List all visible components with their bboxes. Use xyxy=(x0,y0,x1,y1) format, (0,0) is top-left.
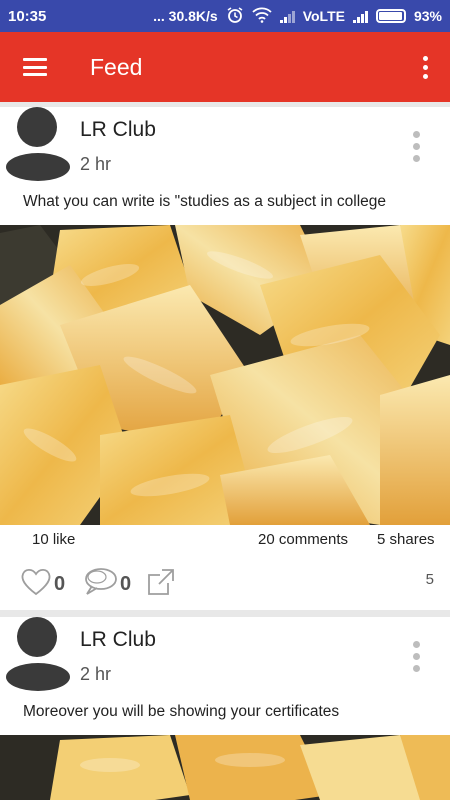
post-stats: 10 like 20 comments 5 shares xyxy=(0,531,450,561)
battery-icon xyxy=(375,9,406,23)
heart-icon xyxy=(20,567,52,602)
post-menu-icon[interactable] xyxy=(413,131,420,162)
post-image[interactable] xyxy=(0,225,450,525)
like-button-count: 0 xyxy=(54,573,66,595)
share-button[interactable] xyxy=(146,567,176,602)
more-vert-icon[interactable] xyxy=(400,32,450,102)
view-count: 5 xyxy=(425,571,434,588)
hamburger-menu-icon[interactable] xyxy=(0,32,70,102)
comment-button-count: 0 xyxy=(120,573,132,595)
battery-level: 93% xyxy=(413,8,442,24)
status-bar: 10:35 ... 30.8K/s VoLTE 93% xyxy=(0,0,450,32)
status-time: 10:35 xyxy=(8,7,47,25)
post-card: LR Club 2 hr Moreover you will be showin… xyxy=(0,617,450,800)
post-image[interactable] xyxy=(0,735,450,800)
comment-icon xyxy=(82,567,118,602)
share-icon xyxy=(146,567,176,602)
like-count-text[interactable]: 10 like xyxy=(32,531,75,548)
post-author[interactable]: LR Club xyxy=(80,118,156,142)
volte-label: VoLTE xyxy=(302,8,345,24)
wifi-icon xyxy=(252,7,272,26)
comment-button[interactable]: 0 xyxy=(82,567,131,602)
alarm-icon xyxy=(226,6,244,27)
post-actions: 0 0 5 xyxy=(0,565,450,605)
avatar[interactable] xyxy=(6,107,72,187)
post-card: LR Club 2 hr What you can write is "stud… xyxy=(0,107,450,610)
post-author[interactable]: LR Club xyxy=(80,628,156,652)
avatar[interactable] xyxy=(6,617,72,697)
comment-count-text[interactable]: 20 comments xyxy=(258,531,348,548)
status-right: ... 30.8K/s VoLTE 93% xyxy=(153,6,442,27)
post-text: Moreover you will be showing your certif… xyxy=(23,703,340,720)
page-title: Feed xyxy=(90,53,143,80)
post-text: What you can write is "studies as a subj… xyxy=(23,193,387,210)
share-count-text[interactable]: 5 shares xyxy=(377,531,435,548)
like-button[interactable]: 0 xyxy=(20,567,65,602)
app-bar: Feed xyxy=(0,32,450,102)
post-time: 2 hr xyxy=(80,664,112,684)
post-menu-icon[interactable] xyxy=(413,641,420,672)
network-speed: ... 30.8K/s xyxy=(153,8,218,24)
post-time: 2 hr xyxy=(80,154,112,174)
signal-icon xyxy=(279,10,295,23)
signal-icon-2 xyxy=(352,10,368,23)
